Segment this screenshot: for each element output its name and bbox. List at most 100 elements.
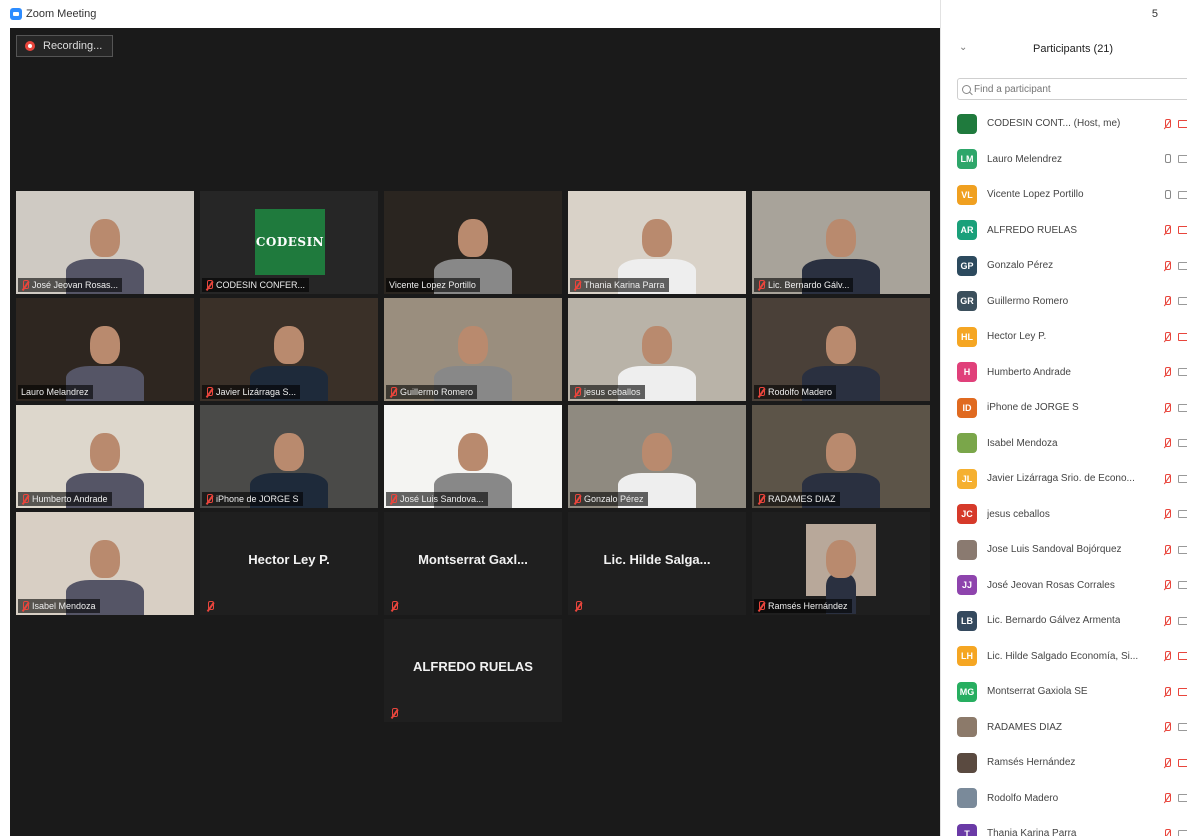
mic-icon[interactable]	[1162, 189, 1172, 201]
participant-row[interactable]: HL Hector Ley P.	[941, 319, 1187, 355]
mic-muted-icon[interactable]	[1162, 295, 1172, 307]
video-icon[interactable]	[1178, 581, 1187, 590]
participant-row[interactable]: CODESIN CONT... (Host, me)	[941, 106, 1187, 142]
participants-panel: 5 ⌄ Participants (21) CODESIN CONT... (H…	[940, 0, 1187, 836]
mic-muted-icon[interactable]	[1162, 508, 1172, 520]
video-tile[interactable]: iPhone de JORGE S	[200, 405, 378, 508]
participant-row[interactable]: RADAMES DIAZ	[941, 710, 1187, 746]
participant-row[interactable]: MG Montserrat Gaxiola SE	[941, 674, 1187, 710]
video-off-icon[interactable]	[1178, 332, 1187, 341]
video-off-icon[interactable]	[1178, 758, 1187, 767]
video-icon[interactable]	[1178, 474, 1187, 483]
participant-row[interactable]: LH Lic. Hilde Salgado Economía, Si...	[941, 639, 1187, 675]
participant-row[interactable]: T Thania Karina Parra	[941, 816, 1187, 836]
participant-row[interactable]: Rodolfo Madero	[941, 781, 1187, 817]
video-icon[interactable]	[1178, 723, 1187, 732]
video-tile[interactable]: Gonzalo Pérez	[568, 405, 746, 508]
video-tile[interactable]: Thania Karina Parra	[568, 191, 746, 294]
video-tile[interactable]: jesus ceballos	[568, 298, 746, 401]
mic-muted-icon[interactable]	[1162, 828, 1172, 836]
video-tile[interactable]: CODESIN CODESIN CONFER...	[200, 191, 378, 294]
participant-row[interactable]: ID iPhone de JORGE S	[941, 390, 1187, 426]
video-icon[interactable]	[1178, 545, 1187, 554]
video-tile[interactable]: Hector Ley P.	[200, 512, 378, 615]
participant-row[interactable]: Isabel Mendoza	[941, 426, 1187, 462]
video-off-icon[interactable]	[1178, 687, 1187, 696]
video-tile[interactable]: Montserrat Gaxl...	[384, 512, 562, 615]
mic-muted-icon[interactable]	[1162, 544, 1172, 556]
video-tile[interactable]: Lauro Melandrez	[16, 298, 194, 401]
participant-name-label: Gonzalo Pérez	[570, 492, 648, 506]
mic-muted-icon[interactable]	[1162, 224, 1172, 236]
participant-row[interactable]: GP Gonzalo Pérez	[941, 248, 1187, 284]
video-tile[interactable]: Lic. Hilde Salga...	[568, 512, 746, 615]
mic-icon[interactable]	[1162, 153, 1172, 165]
avatar: VL	[957, 184, 977, 205]
mic-muted-icon[interactable]	[1162, 792, 1172, 804]
video-icon[interactable]	[1178, 510, 1187, 519]
participant-row[interactable]: JL Javier Lizárraga Srio. de Econo...	[941, 461, 1187, 497]
participant-name-label: Thania Karina Parra	[570, 278, 669, 292]
participants-title: Participants (21)	[1033, 43, 1114, 55]
recording-indicator[interactable]: Recording...	[16, 35, 114, 57]
video-icon[interactable]	[1178, 403, 1187, 412]
participant-status-icons	[1162, 437, 1187, 449]
mic-muted-icon[interactable]	[1162, 579, 1172, 591]
video-icon[interactable]	[1178, 439, 1187, 448]
restore-window-button[interactable]: 5	[1152, 8, 1158, 20]
participant-search[interactable]	[957, 78, 1187, 100]
participant-status-icons	[1162, 260, 1187, 272]
mic-muted-icon[interactable]	[1162, 366, 1172, 378]
video-icon[interactable]	[1178, 297, 1187, 306]
video-tile[interactable]: Javier Lizárraga S...	[200, 298, 378, 401]
video-tile[interactable]: José Jeovan Rosas...	[16, 191, 194, 294]
video-tile[interactable]: Humberto Andrade	[16, 405, 194, 508]
participant-row[interactable]: H Humberto Andrade	[941, 355, 1187, 391]
participant-search-input[interactable]	[974, 83, 1174, 95]
participant-row[interactable]: LM Lauro Melendrez	[941, 142, 1187, 178]
mic-muted-icon[interactable]	[1162, 721, 1172, 733]
video-off-icon[interactable]	[1178, 119, 1187, 128]
participant-row[interactable]: LB Lic. Bernardo Gálvez Armenta	[941, 603, 1187, 639]
video-off-icon[interactable]	[1178, 226, 1187, 235]
participant-row[interactable]: Ramsés Hernández	[941, 745, 1187, 781]
mic-muted-icon[interactable]	[1162, 615, 1172, 627]
participant-row[interactable]: VL Vicente Lopez Portillo	[941, 177, 1187, 213]
video-icon[interactable]	[1178, 794, 1187, 803]
muted-mic-icon	[21, 601, 29, 611]
video-tile[interactable]: Isabel Mendoza	[16, 512, 194, 615]
video-tile[interactable]: Ramsés Hernández	[752, 512, 930, 615]
mic-muted-icon[interactable]	[1162, 402, 1172, 414]
participant-name: José Luis Sandova...	[400, 494, 484, 504]
video-icon[interactable]	[1178, 616, 1187, 625]
participant-row[interactable]: AR ALFREDO RUELAS	[941, 213, 1187, 249]
video-tile[interactable]: RADAMES DIAZ	[752, 405, 930, 508]
video-tile[interactable]: José Luis Sandova...	[384, 405, 562, 508]
participant-name: ALFREDO RUELAS	[987, 224, 1078, 236]
mic-muted-icon[interactable]	[1162, 473, 1172, 485]
participant-row[interactable]: JJ José Jeovan Rosas Corrales	[941, 568, 1187, 604]
video-icon[interactable]	[1178, 368, 1187, 377]
mic-muted-icon[interactable]	[1162, 331, 1172, 343]
participant-name-label: Humberto Andrade	[18, 492, 112, 506]
video-tile[interactable]: Guillermo Romero	[384, 298, 562, 401]
mic-muted-icon[interactable]	[1162, 686, 1172, 698]
mic-muted-icon[interactable]	[1162, 650, 1172, 662]
video-icon[interactable]	[1178, 829, 1187, 836]
video-off-icon[interactable]	[1178, 652, 1187, 661]
video-icon[interactable]	[1178, 155, 1187, 164]
video-tile[interactable]: Rodolfo Madero	[752, 298, 930, 401]
video-tile[interactable]: Vicente Lopez Portillo	[384, 191, 562, 294]
mic-muted-icon[interactable]	[1162, 437, 1172, 449]
video-tile[interactable]: Lic. Bernardo Gálv...	[752, 191, 930, 294]
video-icon[interactable]	[1178, 190, 1187, 199]
video-icon[interactable]	[1178, 261, 1187, 270]
mic-muted-icon[interactable]	[1162, 757, 1172, 769]
chevron-down-icon[interactable]: ⌄	[959, 42, 967, 53]
participant-row[interactable]: GR Guillermo Romero	[941, 284, 1187, 320]
video-tile[interactable]: ALFREDO RUELAS	[384, 619, 562, 722]
mic-muted-icon[interactable]	[1162, 260, 1172, 272]
participant-row[interactable]: Jose Luis Sandoval Bojórquez	[941, 532, 1187, 568]
participant-row[interactable]: JC jesus ceballos	[941, 497, 1187, 533]
mic-muted-icon[interactable]	[1162, 118, 1172, 130]
